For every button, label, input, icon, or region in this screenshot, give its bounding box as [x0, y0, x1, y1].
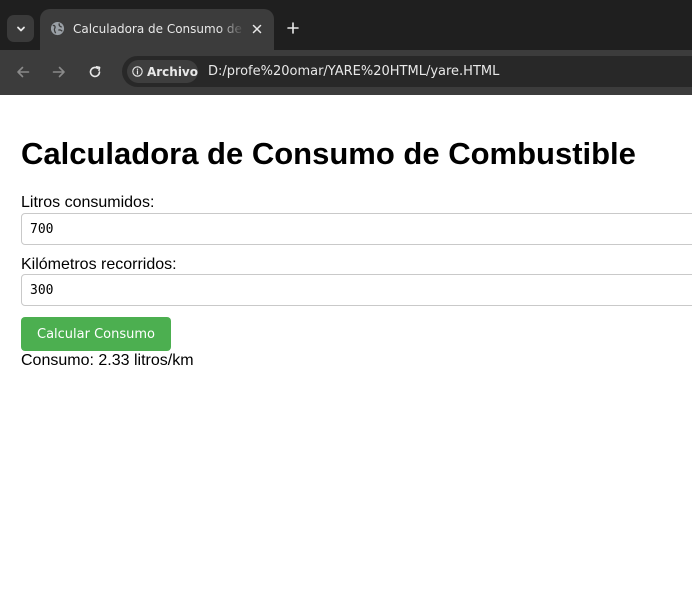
tab-search-button[interactable] — [7, 15, 34, 42]
liters-input[interactable] — [21, 213, 692, 245]
globe-icon — [50, 21, 65, 36]
plus-icon — [287, 22, 299, 34]
back-button[interactable] — [11, 61, 35, 83]
liters-label: Litros consumidos: — [21, 194, 155, 211]
site-info-label: Archivo — [146, 64, 198, 79]
calculate-button[interactable]: Calcular Consumo — [21, 317, 171, 351]
browser-toolbar: Archivo D:/profe%20omar/YARE%20HTML/yare… — [0, 50, 692, 95]
info-icon — [132, 66, 143, 77]
new-tab-button[interactable] — [282, 17, 304, 39]
tab-close-button[interactable] — [248, 20, 266, 38]
km-input[interactable] — [21, 274, 692, 306]
close-icon — [252, 24, 262, 34]
address-bar[interactable]: Archivo D:/profe%20omar/YARE%20HTML/yare… — [122, 56, 692, 87]
page-content: Calculadora de Consumo de Combustible Li… — [0, 95, 692, 613]
result-unit: litros/km — [129, 352, 194, 369]
km-label: Kilómetros recorridos: — [21, 256, 177, 273]
result-text: Consumo: 2.33 litros/km — [21, 352, 194, 370]
result-value: 2.33 — [98, 352, 130, 369]
result-prefix: Consumo: — [21, 352, 99, 369]
browser-tab[interactable]: Calculadora de Consumo de Combustible — [40, 9, 274, 50]
page-title: Calculadora de Consumo de Combustible — [21, 136, 636, 171]
arrow-right-icon — [52, 66, 65, 78]
forward-button[interactable] — [47, 61, 71, 83]
tab-title: Calculadora de Consumo de Combustible — [73, 22, 245, 36]
arrow-left-icon — [17, 66, 30, 78]
reload-button[interactable] — [83, 61, 107, 83]
site-info-chip[interactable]: Archivo — [127, 60, 198, 83]
tab-strip: Calculadora de Consumo de Combustible — [0, 0, 692, 50]
chevron-down-icon — [16, 26, 25, 31]
url-text[interactable]: D:/profe%20omar/YARE%20HTML/yare.HTML — [208, 63, 499, 80]
reload-icon — [89, 66, 101, 78]
